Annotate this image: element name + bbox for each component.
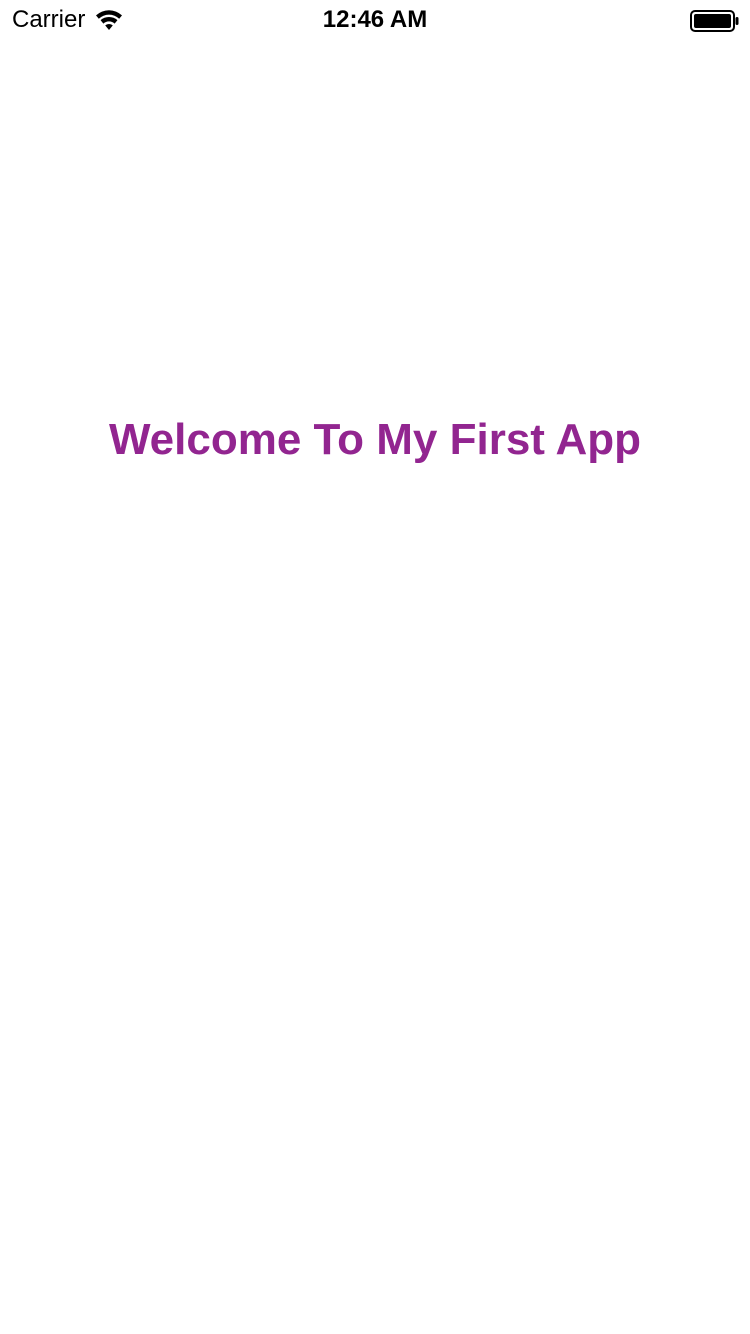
status-bar: Carrier 12:46 AM (0, 0, 750, 40)
welcome-title: Welcome To My First App (108, 415, 642, 464)
status-time: 12:46 AM (322, 6, 428, 33)
app-screen: Carrier 12:46 AM Welcome To My First App (0, 0, 750, 1334)
battery-full-icon (690, 10, 739, 32)
